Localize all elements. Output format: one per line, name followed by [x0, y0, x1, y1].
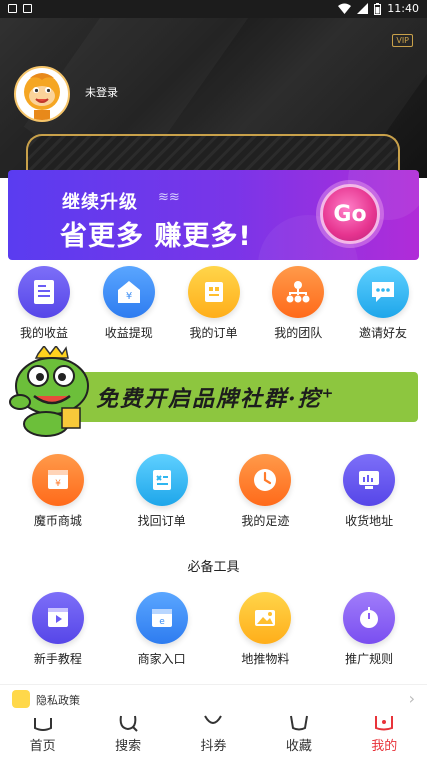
tab-label: 我的: [371, 739, 398, 754]
menu-label: 找回订单: [137, 514, 186, 528]
tool-promo-material[interactable]: 地推物料: [219, 592, 311, 672]
tab-search[interactable]: 搜索: [93, 712, 163, 760]
income-report-icon: [18, 266, 70, 318]
community-text: 免费开启品牌社群·挖+: [96, 385, 336, 412]
menu-label: 我的收益: [19, 326, 68, 340]
menu-label: 商家入口: [137, 652, 186, 666]
profile-header: VIP 未登录: [0, 18, 427, 178]
menu-label: 魔币商城: [33, 514, 82, 528]
status-time: 11:40: [387, 2, 419, 15]
privacy-icon: [12, 690, 30, 708]
privacy-policy-row[interactable]: 隐私政策 ›: [0, 684, 427, 712]
tool-promo-rules[interactable]: 推广规则: [323, 592, 415, 672]
menu-label: 邀请好友: [358, 326, 407, 340]
home-icon: [33, 718, 52, 731]
username-label[interactable]: 未登录: [85, 84, 118, 100]
menu-invite-friends[interactable]: 邀请好友: [341, 266, 425, 342]
withdraw-icon: ¥: [102, 266, 155, 318]
go-button[interactable]: Go: [320, 184, 380, 244]
privacy-label: 隐私政策: [36, 694, 80, 707]
bottom-tab-bar: 首页 搜索 抖券 收藏 我的: [0, 712, 427, 760]
wave-icon: ≋≋: [158, 190, 180, 205]
menu-retrieve-order[interactable]: 找回订单: [116, 454, 208, 534]
income-menu: 我的收益 ¥ 收益提现 我的订单 我的团队 邀请好友: [0, 266, 427, 342]
search-icon: [119, 715, 138, 732]
avatar[interactable]: [14, 66, 70, 122]
merchant-entry-icon: e: [135, 592, 188, 644]
chevron-right-icon: ›: [408, 689, 415, 708]
rules-knob-icon: [343, 592, 396, 644]
battery-icon: [374, 2, 382, 15]
banner-line1: 继续升级: [62, 192, 138, 213]
menu-my-footprint[interactable]: 我的足迹: [219, 454, 311, 534]
menu-label: 收益提现: [104, 326, 153, 340]
tab-coupons[interactable]: 抖券: [178, 712, 248, 760]
tool-beginner-tutorial[interactable]: 新手教程: [12, 592, 104, 672]
tab-label: 收藏: [285, 739, 312, 754]
retrieve-order-icon: [135, 454, 188, 506]
svg-text:e: e: [159, 617, 165, 627]
frog-mascot-icon: [9, 346, 89, 437]
team-tree-icon: [272, 266, 325, 318]
tools-menu: 新手教程 e 商家入口 地推物料 推广规则: [0, 592, 427, 672]
menu-my-orders[interactable]: 我的订单: [172, 266, 256, 342]
order-list-icon: [187, 266, 240, 318]
signal-icon: [357, 3, 369, 14]
brand-community-banner[interactable]: 免费开启品牌社群·挖+: [6, 346, 418, 438]
tab-label: 搜索: [115, 739, 142, 754]
status-bar: 11:40: [0, 0, 427, 18]
address-screen-icon: [343, 454, 396, 506]
tab-label: 首页: [29, 739, 56, 754]
wifi-icon: [338, 3, 352, 14]
svg-text:¥: ¥: [126, 291, 132, 302]
chat-bubble-icon: [357, 266, 409, 318]
menu-label: 我的订单: [189, 326, 238, 340]
menu-label: 地推物料: [241, 652, 290, 666]
tools-section-title: 必备工具: [187, 560, 240, 575]
coupon-icon: [204, 715, 223, 724]
menu-coin-mall[interactable]: ¥ 魔币商城: [12, 454, 104, 534]
profile-page: 11:40 VIP 未登录 继续升级 ≋≋ 省更多 赚更多! Go 我的收益 ¥…: [0, 0, 427, 760]
image-material-icon: [239, 592, 292, 644]
menu-label: 新手教程: [33, 652, 82, 666]
tab-mine[interactable]: 我的: [349, 712, 419, 760]
menu-label: 我的足迹: [241, 514, 290, 528]
menu-withdraw[interactable]: ¥ 收益提现: [87, 266, 171, 342]
profile-icon: [375, 716, 394, 731]
favorites-icon: [289, 715, 308, 731]
video-tutorial-icon: [31, 592, 84, 644]
mascot-avatar-icon: [24, 73, 60, 120]
clock-icon: [239, 454, 292, 506]
tool-merchant-entry[interactable]: e 商家入口: [116, 592, 208, 672]
banner-line2: 省更多 赚更多!: [60, 221, 252, 252]
menu-label: 推广规则: [345, 652, 394, 666]
menu-label: 收货地址: [345, 514, 394, 528]
notification-icon: [8, 4, 17, 13]
coin-mall-icon: ¥: [31, 454, 84, 506]
menu-my-income[interactable]: 我的收益: [2, 266, 86, 342]
community-strip: 免费开启品牌社群·挖+: [76, 372, 418, 422]
svg-text:¥: ¥: [55, 479, 61, 489]
service-menu: ¥ 魔币商城 找回订单 我的足迹 收货地址: [0, 454, 427, 534]
vip-badge[interactable]: VIP: [392, 34, 413, 47]
app-notification-icon: [23, 4, 32, 13]
menu-shipping-address[interactable]: 收货地址: [323, 454, 415, 534]
tab-home[interactable]: 首页: [8, 712, 78, 760]
tab-label: 抖券: [200, 739, 227, 754]
tab-favorites[interactable]: 收藏: [264, 712, 334, 760]
upgrade-banner[interactable]: 继续升级 ≋≋ 省更多 赚更多! Go: [8, 170, 419, 260]
menu-label: 我的团队: [274, 326, 323, 340]
menu-my-team[interactable]: 我的团队: [256, 266, 340, 342]
